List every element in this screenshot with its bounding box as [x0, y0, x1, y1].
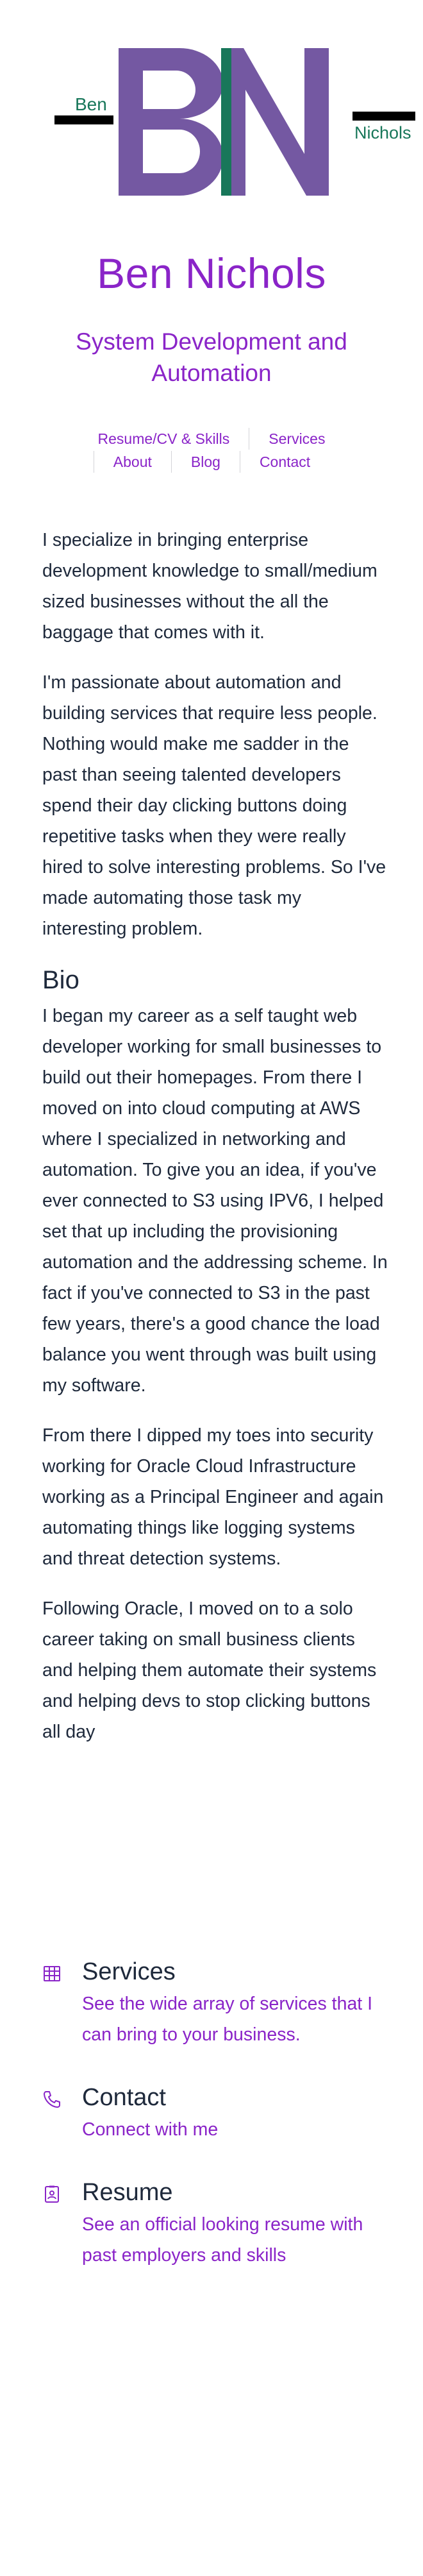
card-services-body: Services See the wide array of services … — [82, 1955, 388, 2050]
card-contact[interactable]: Contact Connect with me — [42, 2081, 388, 2145]
card-resume-description[interactable]: See an official looking resume with past… — [82, 2209, 388, 2271]
logo-last-name: Nichols — [354, 123, 411, 142]
nav-services[interactable]: Services — [249, 428, 344, 450]
nav-about[interactable]: About — [93, 451, 171, 473]
nav-row-2: About Blog Contact — [0, 450, 423, 473]
feature-cards: Services See the wide array of services … — [42, 1955, 388, 2301]
intro-paragraph-2: I'm passionate about automation and buil… — [42, 672, 386, 939]
card-resume[interactable]: Resume See an official looking resume wi… — [42, 2176, 388, 2271]
card-services[interactable]: Services See the wide array of services … — [42, 1955, 388, 2050]
main-content: I specialize in bringing enterprise deve… — [42, 525, 388, 1767]
logo-letter-b — [119, 48, 223, 196]
site-title: Ben Nichols — [97, 250, 326, 297]
logo-left-bar — [54, 115, 113, 124]
nav-contact[interactable]: Contact — [239, 451, 329, 473]
logo-right-bar — [352, 112, 415, 121]
main-nav: Resume/CV & Skills Services About Blog C… — [0, 427, 423, 473]
nav-resume[interactable]: Resume/CV & Skills — [79, 428, 249, 450]
card-services-description[interactable]: See the wide array of services that I ca… — [82, 1988, 388, 2050]
bio-heading: Bio — [42, 966, 79, 994]
bio-paragraph-2: From there I dipped my toes into securit… — [42, 1425, 384, 1569]
phone-icon — [42, 2090, 62, 2109]
bio-paragraph-1: I began my career as a self taught web d… — [42, 1006, 388, 1396]
nav-row-1: Resume/CV & Skills Services — [0, 427, 423, 450]
card-contact-description[interactable]: Connect with me — [82, 2114, 388, 2145]
card-contact-body: Contact Connect with me — [82, 2081, 388, 2145]
site-logo[interactable]: Ben Nichols — [48, 45, 420, 199]
page: Ben Nichols Ben Nichols System Developme… — [0, 0, 423, 2576]
nav-blog[interactable]: Blog — [170, 451, 240, 473]
intro-paragraph-1: I specialize in bringing enterprise deve… — [42, 530, 377, 643]
card-contact-title[interactable]: Contact — [82, 2081, 388, 2114]
card-resume-title[interactable]: Resume — [82, 2176, 388, 2209]
card-services-title[interactable]: Services — [82, 1955, 388, 1988]
logo-first-name: Ben — [75, 94, 107, 114]
logo-stripe — [221, 48, 231, 196]
bio-paragraph-3: Following Oracle, I moved on to a solo c… — [42, 1598, 377, 1742]
logo-letter-n — [221, 48, 329, 196]
resume-icon — [42, 2185, 62, 2204]
services-grid-icon — [42, 1964, 62, 1983]
site-subtitle: System Development and Automation — [76, 328, 347, 386]
card-resume-body: Resume See an official looking resume wi… — [82, 2176, 388, 2271]
